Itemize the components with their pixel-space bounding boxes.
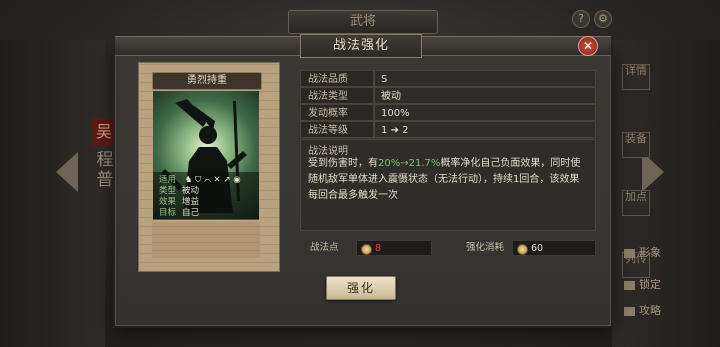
general-name-vertical: 程普 (96, 150, 114, 190)
tab-attributes[interactable]: 加点 (622, 190, 650, 216)
level-value: 1 ➔ 2 (374, 121, 596, 138)
help-icon[interactable]: ? (572, 10, 590, 28)
points-value: 8 (356, 240, 432, 256)
card-info-row: 目标 自己 (159, 208, 200, 218)
book-icon (624, 306, 635, 316)
skill-description-text: 受到伤害时，有20%→21.7%概率净化自己负面效果，同时使随机敌军单体进入震慑… (308, 158, 581, 201)
points-bar: 战法点 8 强化消耗 60 (300, 240, 596, 256)
background-title: 武将 (288, 10, 438, 34)
figure-icon (624, 248, 635, 258)
cost-label: 强化消耗 (466, 242, 505, 253)
points-label: 战法点 (310, 242, 339, 253)
action-guide[interactable]: 攻略 (624, 302, 661, 318)
tab-equipment[interactable]: 装备 (622, 132, 650, 158)
modal-title: 战法强化 (300, 34, 422, 58)
skill-card-name: 勇烈持重 (152, 72, 262, 90)
settings-icon[interactable]: ⚙ (594, 10, 612, 28)
tab-details[interactable]: 详情 (622, 64, 650, 90)
upgrade-button[interactable]: 强化 (326, 276, 396, 300)
probability-row: 发动概率 100% (300, 104, 596, 121)
lock-icon (624, 280, 635, 290)
card-info-row: 类型 被动 (159, 186, 200, 196)
level-row: 战法等级 1 ➔ 2 (300, 121, 596, 138)
skill-description-box: 战法说明 受到伤害时，有20%→21.7%概率净化自己负面效果，同时使随机敌军单… (300, 139, 596, 231)
card-info-row: 效果 增益 (159, 197, 200, 207)
prev-arrow-icon[interactable] (56, 152, 78, 192)
skill-card-bottom (152, 222, 260, 258)
coin-icon (517, 244, 528, 255)
arrow-right-icon: ➔ (390, 125, 399, 136)
action-lock[interactable]: 锁定 (624, 276, 661, 292)
cost-value: 60 (512, 240, 596, 256)
skill-card-info: 适用 ♞ ⛉ ⌒ ✕ ↗ ◉ 类型 被动 效果 增益 目标 自己 (153, 172, 259, 220)
close-icon[interactable]: ✕ (578, 36, 598, 56)
action-appearance[interactable]: 形象 (624, 244, 661, 260)
faction-badge: 吴 (92, 118, 116, 146)
quality-row: 战法品质 S (300, 70, 596, 87)
background-left-panel (0, 40, 105, 347)
troop-type-icons: ♞ ⛉ ⌒ ✕ ↗ ◉ (184, 175, 241, 185)
type-row: 战法类型 被动 (300, 87, 596, 104)
next-arrow-icon[interactable] (642, 152, 664, 192)
coin-icon (361, 244, 372, 255)
card-info-row: 适用 ♞ ⛉ ⌒ ✕ ↗ ◉ (159, 175, 241, 185)
